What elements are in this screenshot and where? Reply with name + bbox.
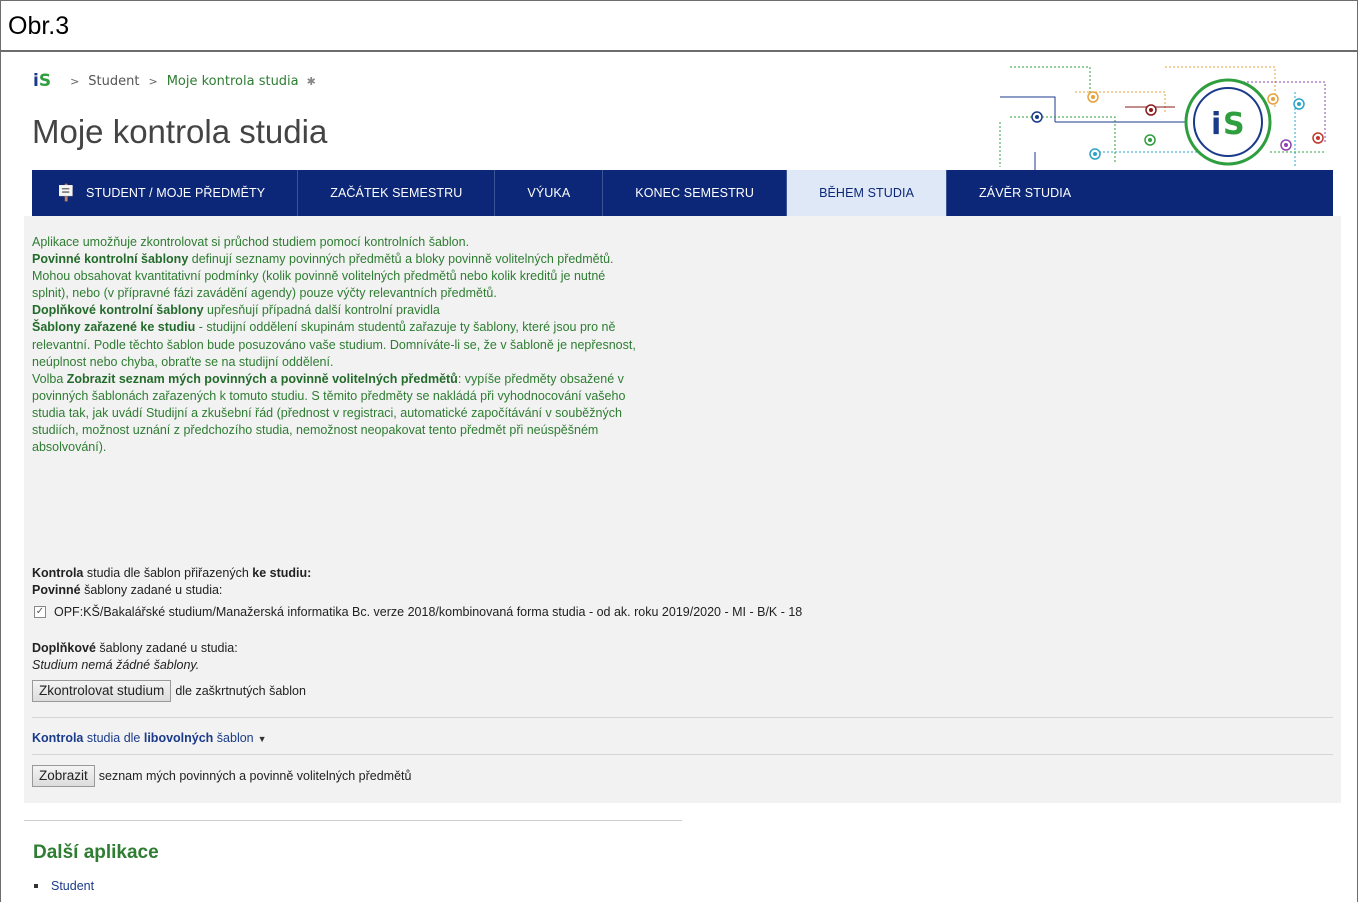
is-logo-icon[interactable]: iS bbox=[33, 71, 51, 91]
logo-letter-s: S bbox=[38, 71, 52, 91]
arbitrary-mid: studia dle bbox=[83, 731, 144, 745]
check-heading-mid: studia dle šablon přiřazených bbox=[83, 566, 253, 580]
tab-student-my-courses[interactable]: 🪧 STUDENT / MOJE PŘEDMĚTY bbox=[32, 170, 299, 216]
mandatory-label: šablony zadané u studia: bbox=[80, 583, 223, 597]
check-heading-bold1: Kontrola bbox=[32, 566, 84, 580]
arbitrary-rest: šablon bbox=[213, 731, 254, 745]
page-title: Moje kontrola studia bbox=[32, 113, 328, 150]
breadcrumb-item-current[interactable]: Moje kontrola studia bbox=[167, 74, 299, 89]
figure-label: Obr.3 bbox=[8, 12, 70, 40]
svg-text:S: S bbox=[1223, 107, 1245, 142]
further-app-item[interactable]: Student bbox=[34, 879, 94, 893]
arbitrary-bold2: libovolných bbox=[143, 731, 214, 745]
mandatory-bold: Povinné bbox=[32, 583, 81, 597]
intro-p5-start: Volba bbox=[32, 371, 67, 386]
arbitrary-templates-toggle[interactable]: Kontrola studia dle libovolných šablon ▼ bbox=[32, 731, 267, 745]
intro-p5-bold: Zobrazit seznam mých povinných a povinně… bbox=[66, 371, 458, 386]
svg-text:i: i bbox=[1211, 107, 1221, 142]
tab-label: ZÁVĚR STUDIA bbox=[979, 186, 1072, 200]
figure-label-bar: Obr.3 bbox=[0, 0, 1358, 52]
pin-icon[interactable]: ✱ bbox=[307, 75, 316, 88]
intro-p3-bold: Doplňkové kontrolní šablony bbox=[32, 303, 204, 318]
further-app-label: Student bbox=[51, 879, 95, 893]
intro-p2-bold: Povinné kontrolní šablony bbox=[32, 252, 189, 267]
signpost-icon: 🪧 bbox=[56, 185, 77, 202]
supplementary-label: šablony zadané u studia: bbox=[95, 641, 238, 655]
bullet-icon bbox=[34, 884, 38, 888]
intro-p1: Aplikace umožňuje zkontrolovat si průcho… bbox=[32, 235, 470, 249]
check-heading-bold2: ke studiu: bbox=[252, 566, 312, 580]
intro-p3: upřesňují případná další kontrolní pravi… bbox=[203, 303, 440, 318]
tab-label: BĚHEM STUDIA bbox=[819, 186, 915, 200]
main-nav: 🪧 STUDENT / MOJE PŘEDMĚTY ZAČÁTEK SEMEST… bbox=[32, 170, 1333, 216]
divider bbox=[32, 754, 1333, 755]
breadcrumb: iS > Student > Moje kontrola studia ✱ bbox=[33, 70, 316, 92]
caret-down-icon: ▼ bbox=[257, 734, 267, 744]
supplementary-block: Doplňkové šablony zadané u studia: Studi… bbox=[32, 640, 238, 674]
template-row[interactable]: ✓ OPF:KŠ/Bakalářské studium/Manažerská i… bbox=[34, 605, 802, 619]
tab-label: VÝUKA bbox=[527, 186, 571, 200]
divider bbox=[24, 820, 682, 821]
tab-semester-end[interactable]: KONEC SEMESTRU bbox=[603, 170, 788, 216]
divider bbox=[32, 717, 1333, 718]
show-button-suffix: seznam mých povinných a povinně voliteln… bbox=[98, 769, 412, 783]
check-study-button[interactable]: Zkontrolovat studium bbox=[32, 680, 172, 702]
no-templates-text: Studium nemá žádné šablony. bbox=[32, 658, 200, 672]
intro-text: Aplikace umožňuje zkontrolovat si průcho… bbox=[32, 234, 642, 456]
tab-label: STUDENT / MOJE PŘEDMĚTY bbox=[86, 186, 266, 200]
tab-label: ZAČÁTEK SEMESTRU bbox=[330, 186, 463, 200]
chevron-right-icon: > bbox=[70, 74, 80, 88]
further-apps-title: Další aplikace bbox=[33, 842, 159, 863]
intro-p4-bold: Šablony zařazené ke studiu bbox=[32, 320, 196, 335]
tab-label: KONEC SEMESTRU bbox=[635, 186, 755, 200]
template-checkbox[interactable]: ✓ bbox=[34, 606, 46, 618]
breadcrumb-item-student[interactable]: Student bbox=[88, 74, 139, 89]
chevron-right-icon: > bbox=[148, 74, 158, 88]
tab-teaching[interactable]: VÝUKA bbox=[495, 170, 604, 216]
arbitrary-bold1: Kontrola bbox=[32, 731, 84, 745]
supplementary-bold: Doplňkové bbox=[32, 641, 96, 655]
show-button-row: Zobrazit seznam mých povinných a povinně… bbox=[32, 765, 411, 787]
show-button[interactable]: Zobrazit bbox=[32, 765, 95, 787]
is-circuit-logo-icon: i S bbox=[999, 66, 1326, 170]
check-button-row: Zkontrolovat studium dle zaškrtnutých ša… bbox=[32, 680, 306, 702]
check-button-suffix: dle zaškrtnutých šablon bbox=[175, 684, 306, 698]
check-heading: Kontrola studia dle šablon přiřazených k… bbox=[32, 565, 311, 599]
tab-semester-start[interactable]: ZAČÁTEK SEMESTRU bbox=[298, 170, 496, 216]
tab-study-end[interactable]: ZÁVĚR STUDIA bbox=[947, 170, 1103, 216]
tab-during-study[interactable]: BĚHEM STUDIA bbox=[787, 170, 948, 216]
template-label: OPF:KŠ/Bakalářské studium/Manažerská inf… bbox=[54, 605, 803, 619]
